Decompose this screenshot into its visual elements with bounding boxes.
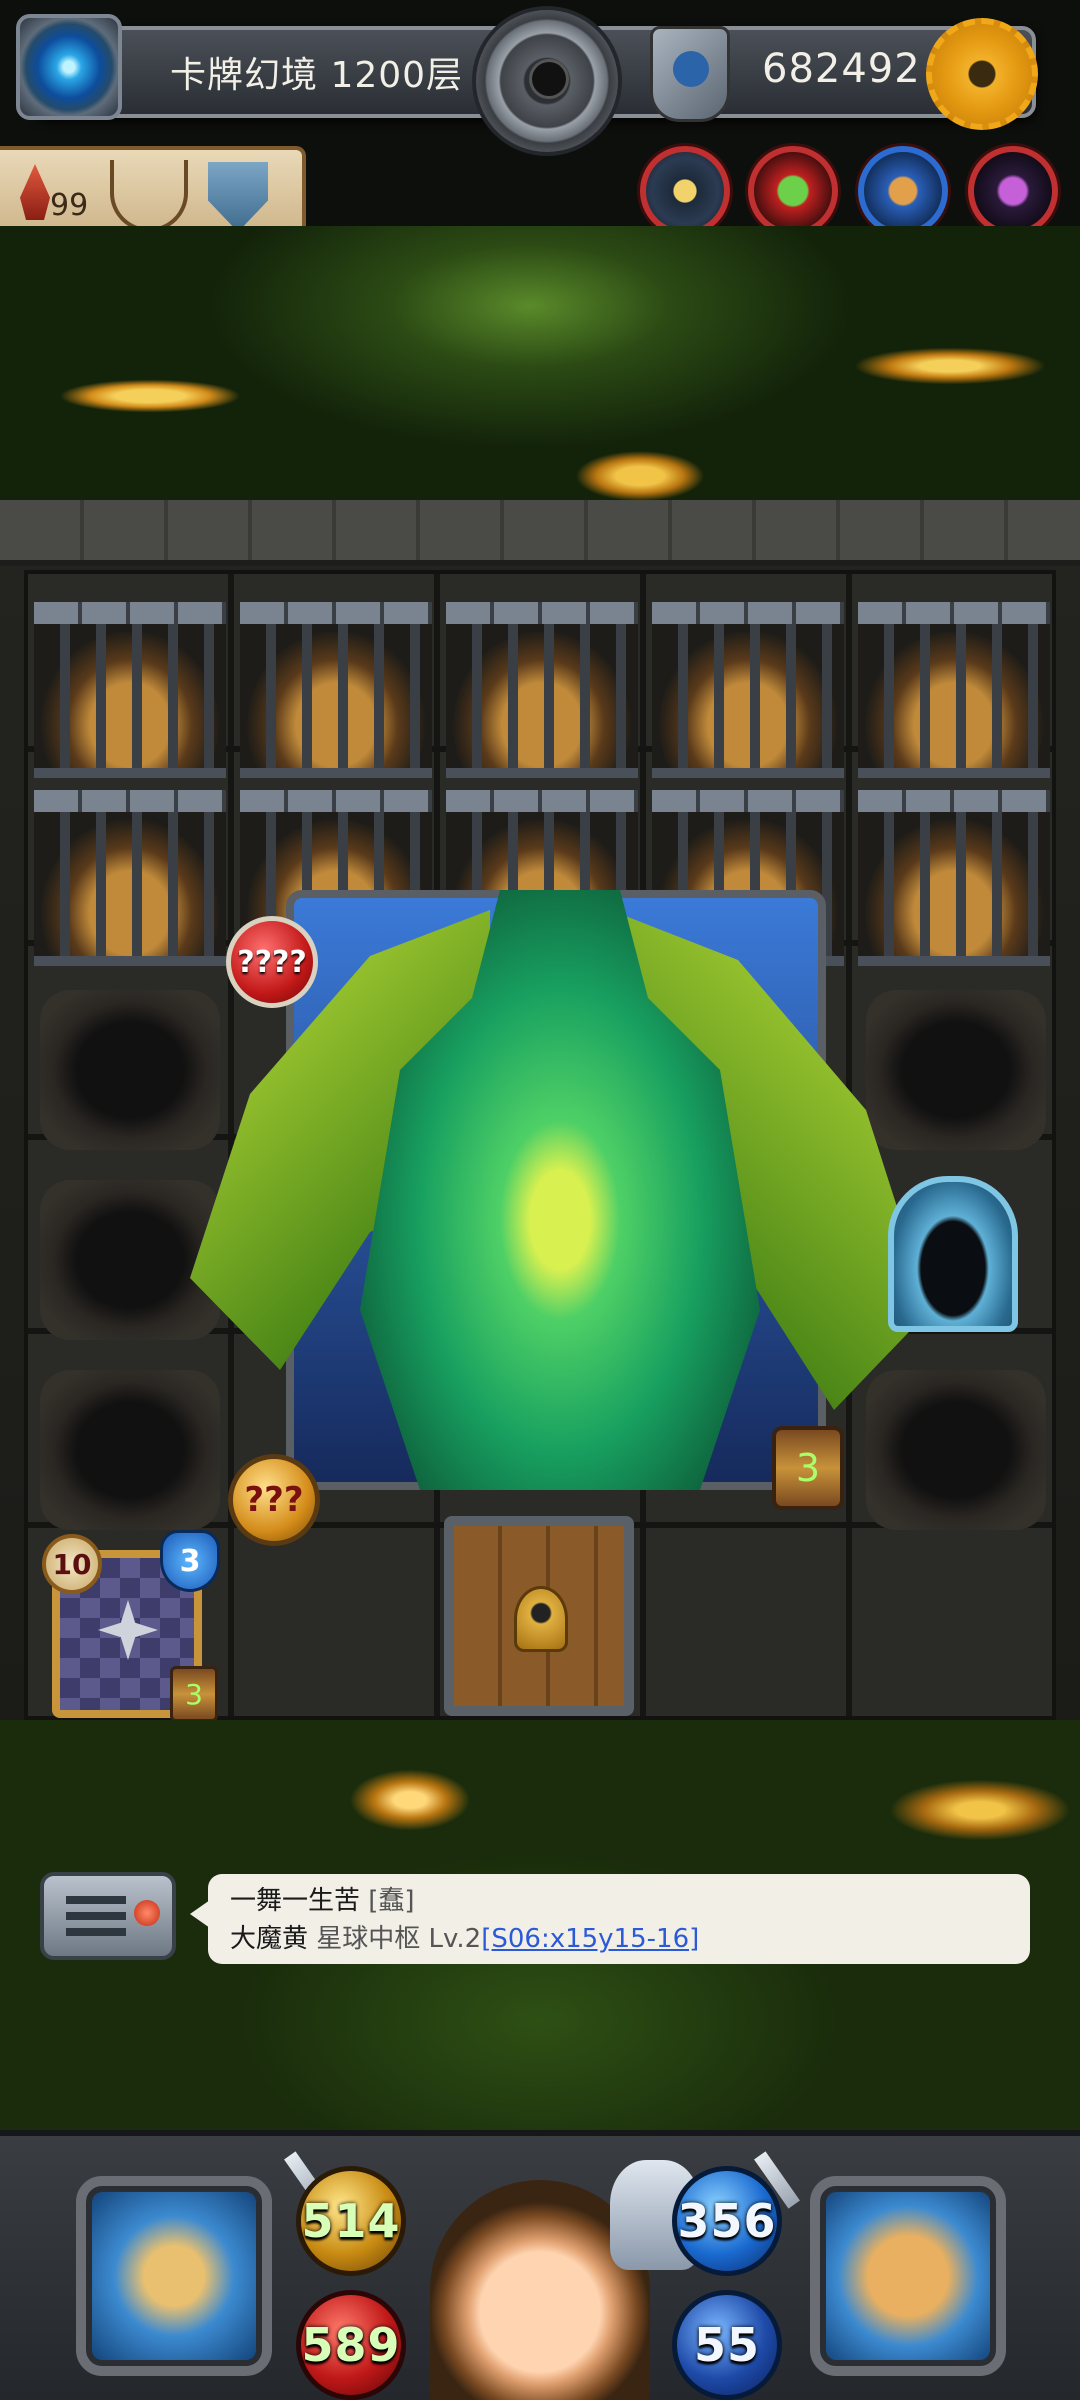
chat-sender: 一舞一生苦 bbox=[230, 1886, 361, 1916]
ally-goblin-portrait[interactable] bbox=[748, 146, 838, 236]
spellbook-button[interactable] bbox=[810, 2176, 1006, 2376]
notification-dot bbox=[134, 1900, 160, 1926]
caged-item-potion[interactable] bbox=[858, 602, 1050, 778]
boss-hp-badge: ??? bbox=[228, 1454, 320, 1546]
keyhole-icon bbox=[514, 1586, 568, 1652]
caged-item-sack[interactable] bbox=[446, 602, 638, 778]
lives-count: 99 bbox=[50, 188, 89, 223]
portal-icon[interactable] bbox=[16, 14, 122, 120]
floor-title: 卡牌幻境 1200层 bbox=[170, 55, 464, 96]
boss-timer-hourglass: 3 bbox=[772, 1426, 844, 1510]
exit-door[interactable] bbox=[444, 1516, 634, 1716]
card-level-badge: 3 bbox=[160, 1530, 220, 1592]
ally-warrior-portrait[interactable] bbox=[640, 146, 730, 236]
coin-count: 682492 bbox=[762, 46, 921, 92]
ally-hero-portrait[interactable] bbox=[858, 146, 948, 236]
ally-demon-portrait[interactable] bbox=[968, 146, 1058, 236]
chat-line-1: 一舞一生苦 [蠢] bbox=[230, 1882, 1008, 1920]
gear-icon[interactable] bbox=[926, 18, 1038, 130]
chat-line-2: 大魔黄 星球中枢 Lv.2[S06:x15y15-16] bbox=[230, 1920, 1008, 1958]
chat-location: 星球中枢 Lv.2 bbox=[316, 1924, 482, 1954]
chat-message[interactable]: 一舞一生苦 [蠢] 大魔黄 星球中枢 Lv.2[S06:x15y15-16] bbox=[190, 1874, 1030, 1964]
chat-button[interactable] bbox=[40, 1872, 176, 1960]
guild-emblem-icon[interactable] bbox=[650, 26, 730, 122]
hp-stat: 589 bbox=[296, 2290, 406, 2400]
stone-ledge bbox=[0, 500, 1080, 566]
caged-item-chest[interactable] bbox=[34, 602, 226, 778]
defense-stat: 356 bbox=[672, 2166, 782, 2276]
caged-item-sack[interactable] bbox=[652, 602, 844, 778]
card-cost-badge: 10 bbox=[42, 1534, 102, 1594]
bomb-icon[interactable] bbox=[472, 6, 622, 156]
trident-icon bbox=[110, 160, 188, 232]
chat-sender-tag: [蠢] bbox=[368, 1886, 415, 1916]
boss-attack-badge: ???? bbox=[226, 916, 318, 1008]
flame-icon bbox=[20, 164, 50, 220]
equipment-button[interactable] bbox=[76, 2176, 272, 2376]
chat-coords-link[interactable]: [S06:x15y15-16] bbox=[481, 1924, 699, 1954]
attack-stat: 514 bbox=[296, 2166, 406, 2276]
caged-item-chest[interactable] bbox=[240, 602, 432, 778]
mana-stat: 55 bbox=[672, 2290, 782, 2400]
card-timer-badge: 3 bbox=[170, 1666, 218, 1722]
blue-portal-door[interactable] bbox=[888, 1176, 1018, 1332]
list-icon bbox=[66, 1896, 126, 1938]
shield-icon bbox=[208, 162, 268, 232]
chat-player: 大魔黄 bbox=[230, 1924, 309, 1954]
